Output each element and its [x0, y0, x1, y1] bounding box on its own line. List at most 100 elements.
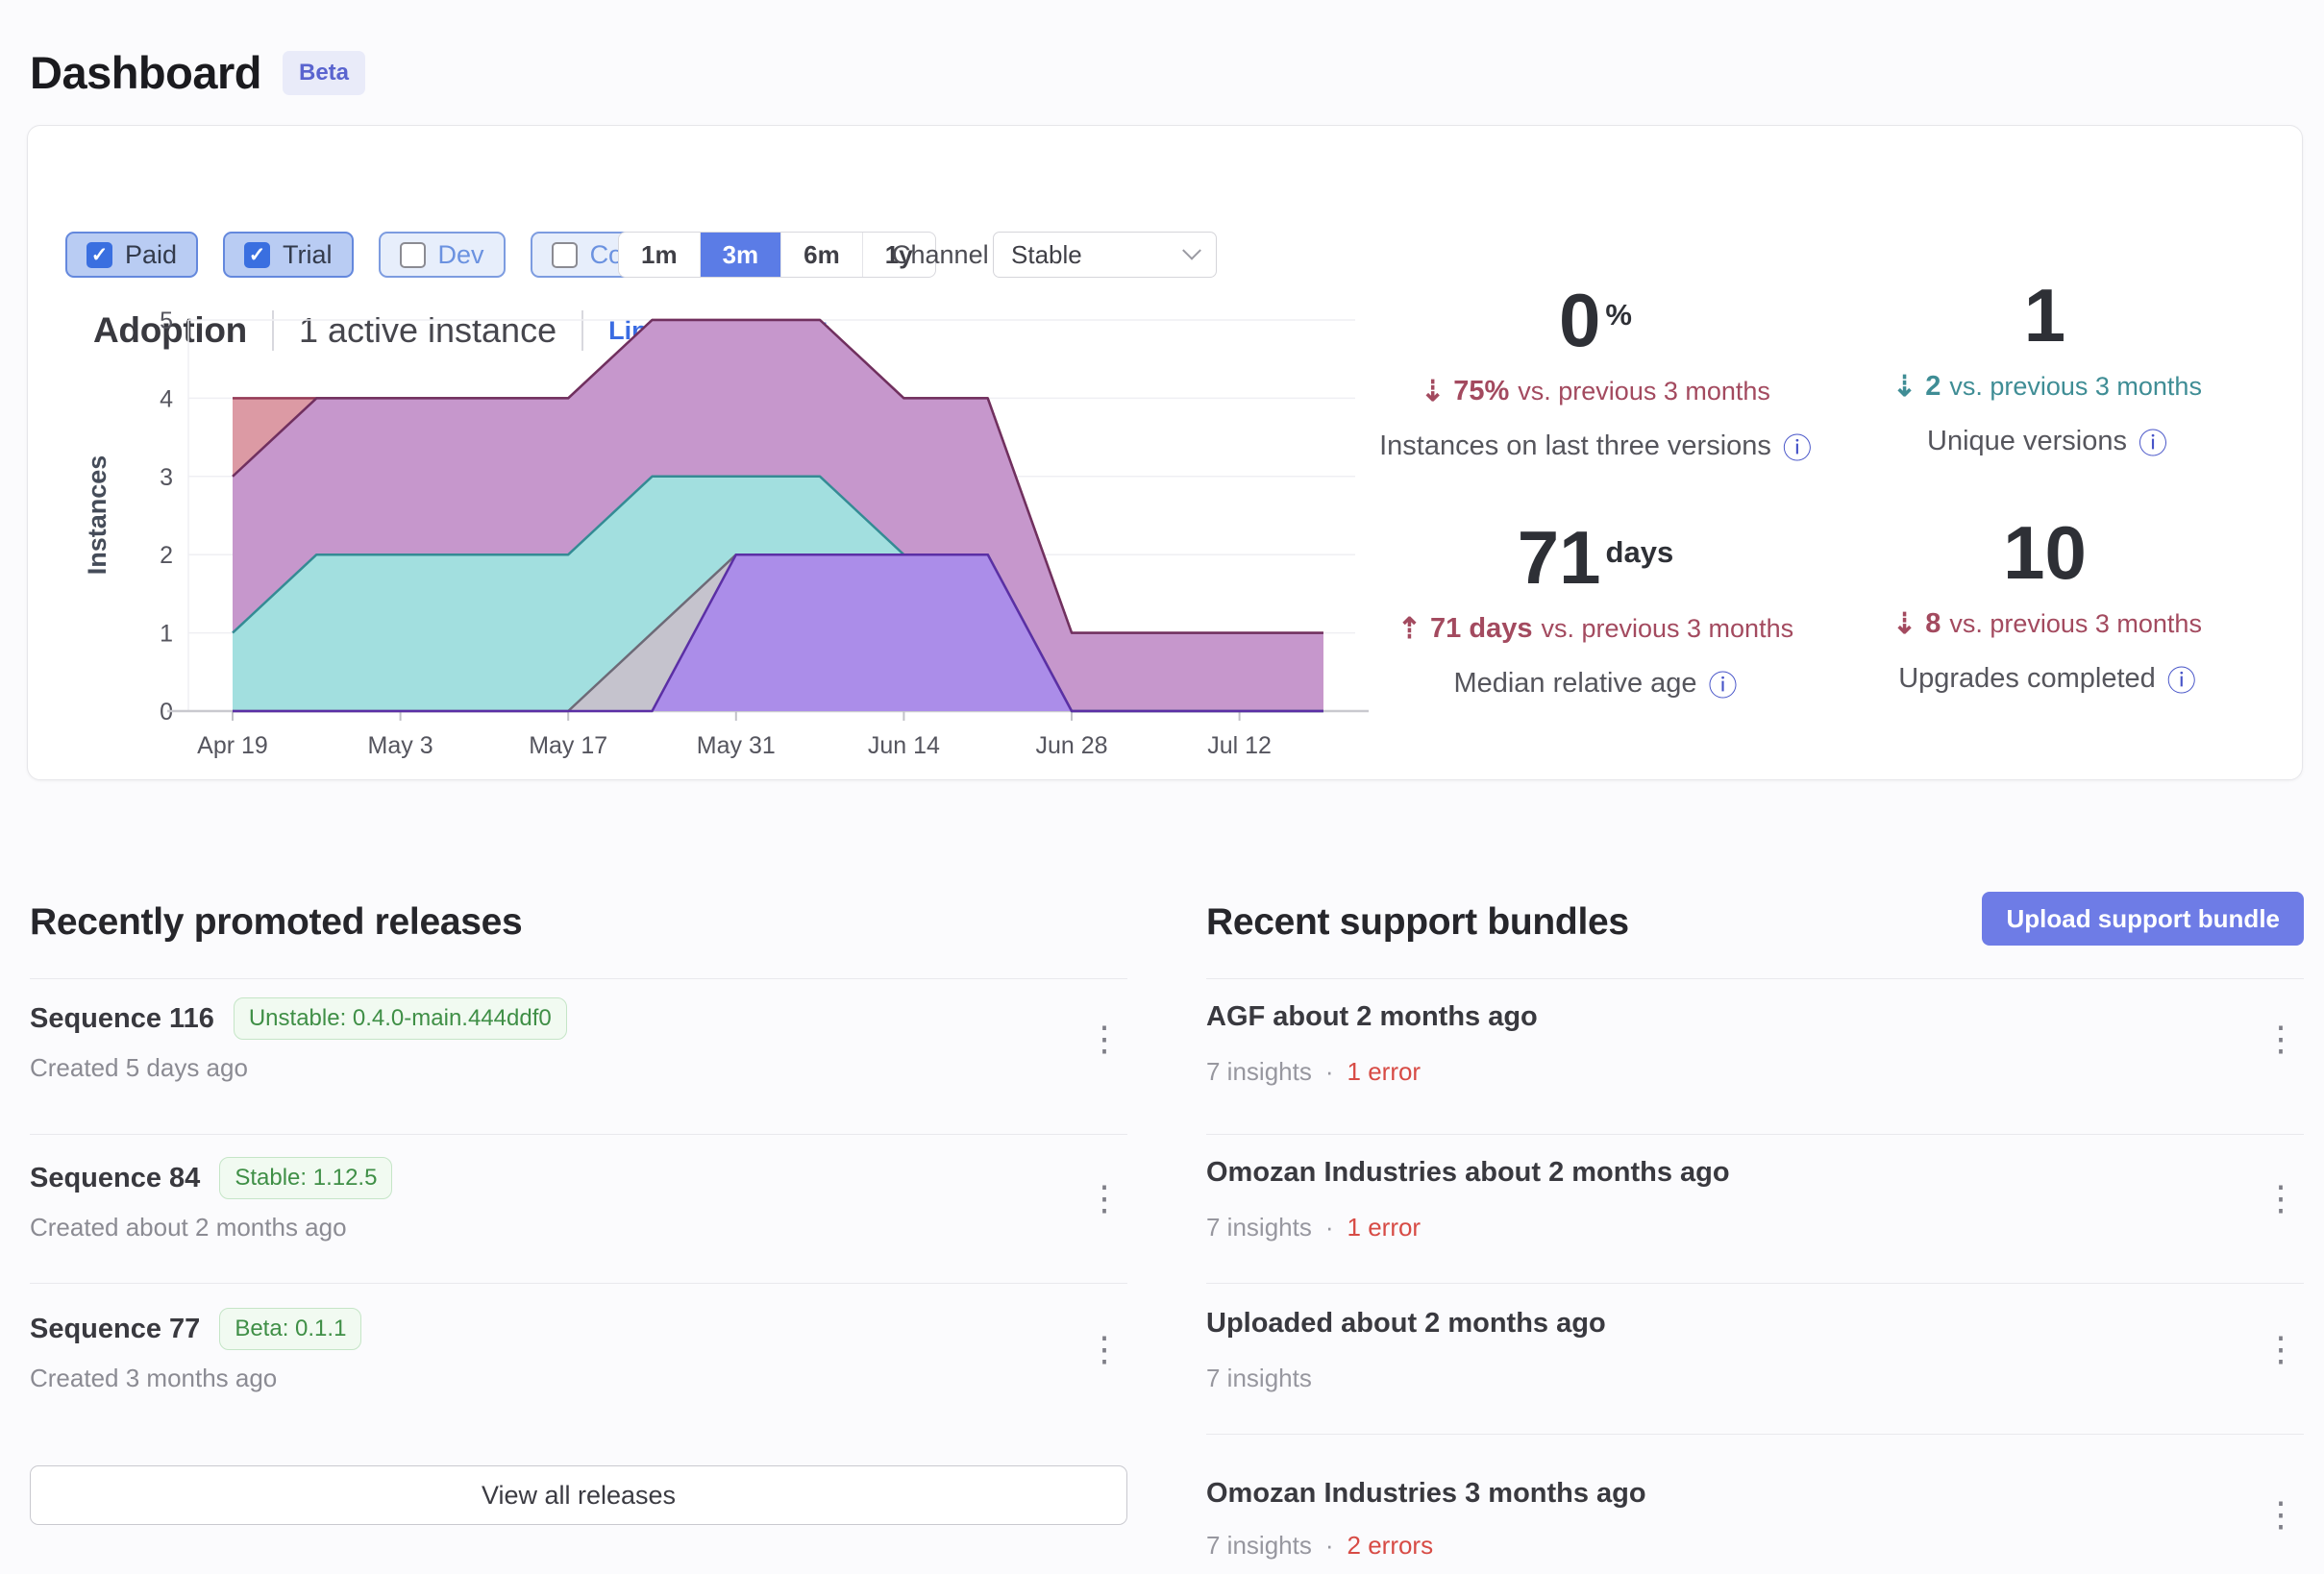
stat-unique-versions: 1 ⇣ 2vs. previous 3 months Unique versio…	[1826, 278, 2268, 462]
kebab-menu-icon[interactable]: ⋮	[1087, 1021, 1122, 1056]
checkbox-unchecked-icon[interactable]	[400, 242, 426, 268]
kebab-menu-icon[interactable]: ⋮	[2263, 1332, 2298, 1366]
range-1m[interactable]: 1m	[619, 233, 700, 277]
bundle-row: Omozan Industries about 2 months ago	[1206, 1157, 1730, 1189]
release-title[interactable]: Sequence 77	[30, 1314, 200, 1345]
svg-text:1: 1	[160, 621, 173, 648]
release-row: Sequence 77 Beta: 0.1.1	[30, 1308, 361, 1350]
stat-delta: ⇣ 8vs. previous 3 months	[1826, 607, 2268, 641]
stat-delta: ⇣ 75%vs. previous 3 months	[1374, 375, 1817, 408]
bundle-row: Uploaded about 2 months ago	[1206, 1308, 1606, 1340]
recently-promoted-releases: Recently promoted releases Sequence 116 …	[30, 901, 1127, 1574]
filter-paid[interactable]: ✓ Paid	[65, 232, 198, 278]
bundle-row: AGF about 2 months ago	[1206, 1001, 1538, 1033]
stat-upgrades-completed: 10 ⇣ 8vs. previous 3 months Upgrades com…	[1826, 515, 2268, 700]
page-header: Dashboard Beta	[30, 46, 365, 99]
channel-select[interactable]: Stable	[993, 232, 1217, 278]
bundle-meta: 7 insights · 1 error	[1206, 1213, 1421, 1242]
svg-text:Jun 14: Jun 14	[868, 732, 940, 759]
releases-heading: Recently promoted releases	[30, 901, 1127, 944]
dot-separator: ·	[1325, 1057, 1334, 1087]
trend-up-icon: ⇡	[1397, 612, 1422, 646]
kebab-menu-icon[interactable]: ⋮	[1087, 1332, 1122, 1366]
release-badge: Unstable: 0.4.0-main.444ddf0	[234, 997, 567, 1040]
svg-text:May 17: May 17	[529, 732, 607, 759]
view-all-releases-button[interactable]: View all releases	[30, 1465, 1127, 1525]
divider	[30, 1134, 1127, 1135]
adoption-area-chart: 012345Apr 19May 3May 17May 31Jun 14Jun 2…	[77, 298, 1384, 759]
dot-separator: ·	[1325, 1531, 1334, 1561]
bundle-title[interactable]: Omozan Industries about 2 months ago	[1206, 1157, 1730, 1189]
svg-text:4: 4	[160, 385, 173, 412]
divider	[1206, 1434, 2304, 1435]
bundle-meta: 7 insights · 2 errors	[1206, 1531, 1433, 1561]
stat-value: 71days	[1374, 515, 1817, 595]
filter-dev[interactable]: Dev	[379, 232, 506, 278]
trend-down-icon: ⇣	[1892, 370, 1916, 404]
stat-label: Median relative age	[1453, 668, 1696, 700]
release-title[interactable]: Sequence 84	[30, 1163, 200, 1194]
svg-text:Apr 19: Apr 19	[197, 732, 268, 759]
range-6m[interactable]: 6m	[780, 233, 862, 277]
range-3m-selected[interactable]: 3m	[700, 233, 781, 277]
info-icon[interactable]: ⓘ	[2167, 657, 2196, 700]
checkbox-checked-icon[interactable]: ✓	[87, 242, 112, 268]
stat-instances-last-three-versions: 0% ⇣ 75%vs. previous 3 months Instances …	[1374, 278, 1817, 467]
bundle-title[interactable]: Omozan Industries 3 months ago	[1206, 1478, 1646, 1510]
info-icon[interactable]: ⓘ	[2139, 420, 2167, 462]
bundle-title[interactable]: AGF about 2 months ago	[1206, 1001, 1538, 1033]
y-axis-title: Instances	[83, 455, 111, 576]
bundle-title[interactable]: Uploaded about 2 months ago	[1206, 1308, 1606, 1340]
stat-value: 0%	[1374, 278, 1817, 357]
errors-count: 1 error	[1347, 1057, 1422, 1087]
kebab-menu-icon[interactable]: ⋮	[2263, 1021, 2298, 1056]
release-title[interactable]: Sequence 116	[30, 1003, 214, 1035]
release-badge: Stable: 1.12.5	[219, 1157, 392, 1199]
bundle-row: Omozan Industries 3 months ago	[1206, 1478, 1646, 1510]
filter-label: Dev	[438, 240, 484, 270]
filter-label: Trial	[283, 240, 333, 270]
bundle-meta: 7 insights	[1206, 1364, 1339, 1393]
svg-text:Jun 28: Jun 28	[1035, 732, 1107, 759]
dashboard-page: Dashboard Beta Adoption 1 active instanc…	[0, 0, 2324, 1574]
stat-delta: ⇡ 71 daysvs. previous 3 months	[1374, 612, 1817, 646]
upload-support-bundle-button[interactable]: Upload support bundle	[1982, 892, 2304, 946]
release-created: Created 5 days ago	[30, 1053, 248, 1083]
insights-count: 7 insights	[1206, 1364, 1312, 1393]
release-badge: Beta: 0.1.1	[219, 1308, 361, 1350]
release-row: Sequence 84 Stable: 1.12.5	[30, 1157, 392, 1199]
stat-label: Unique versions	[1927, 426, 2127, 457]
dot-separator: ·	[1325, 1213, 1334, 1242]
errors-count: 2 errors	[1347, 1531, 1434, 1561]
stat-value: 1	[1826, 278, 2268, 353]
insights-count: 7 insights	[1206, 1057, 1312, 1087]
kebab-menu-icon[interactable]: ⋮	[2263, 1181, 2298, 1216]
release-row: Sequence 116 Unstable: 0.4.0-main.444ddf…	[30, 997, 567, 1040]
stat-value: 10	[1826, 515, 2268, 590]
kebab-menu-icon[interactable]: ⋮	[2263, 1497, 2298, 1532]
svg-text:May 31: May 31	[697, 732, 776, 759]
stat-median-relative-age: 71days ⇡ 71 daysvs. previous 3 months Me…	[1374, 515, 1817, 704]
release-created: Created 3 months ago	[30, 1364, 277, 1393]
info-icon[interactable]: ⓘ	[1783, 425, 1812, 467]
recent-support-bundles: Recent support bundles Upload support bu…	[1206, 901, 2304, 1574]
checkbox-checked-icon[interactable]: ✓	[244, 242, 270, 268]
stat-label: Instances on last three versions	[1379, 430, 1771, 462]
svg-text:3: 3	[160, 464, 173, 491]
svg-text:2: 2	[160, 542, 173, 569]
chevron-down-icon	[1182, 241, 1201, 260]
filter-label: Paid	[125, 240, 177, 270]
svg-text:Jul 12: Jul 12	[1207, 732, 1272, 759]
checkbox-unchecked-icon[interactable]	[552, 242, 578, 268]
kebab-menu-icon[interactable]: ⋮	[1087, 1181, 1122, 1216]
divider	[30, 978, 1127, 979]
time-range-selector: 1m 3m 6m 1y	[618, 232, 936, 278]
filter-trial[interactable]: ✓ Trial	[223, 232, 354, 278]
errors-count: 1 error	[1347, 1213, 1422, 1242]
divider	[1206, 1134, 2304, 1135]
beta-badge: Beta	[283, 51, 365, 95]
info-icon[interactable]: ⓘ	[1709, 662, 1738, 704]
bundle-meta: 7 insights · 1 error	[1206, 1057, 1421, 1087]
stat-label: Upgrades completed	[1898, 663, 2156, 695]
stat-delta: ⇣ 2vs. previous 3 months	[1826, 370, 2268, 404]
